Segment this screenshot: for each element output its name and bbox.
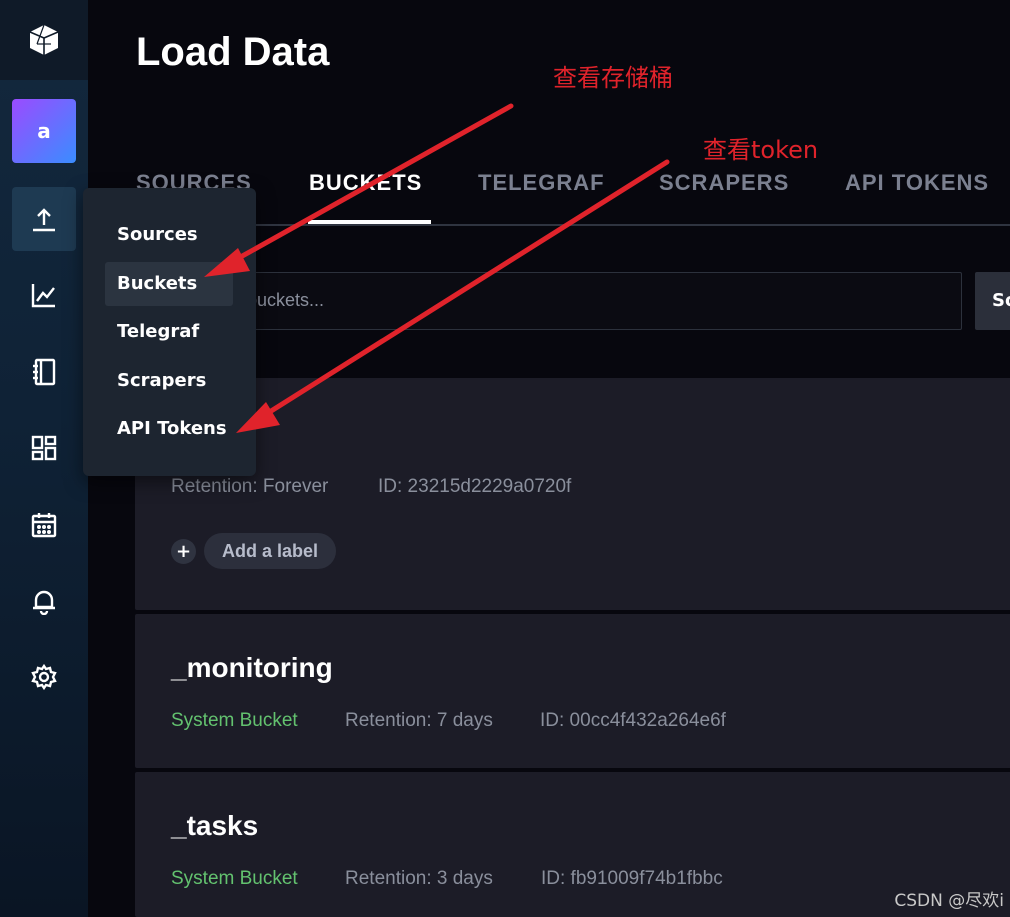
sidebar: a — [0, 0, 88, 917]
influx-cube-icon — [29, 24, 59, 55]
search-input[interactable]: buckets... — [136, 272, 962, 330]
tab-scrapers[interactable]: SCRAPERS — [659, 170, 789, 196]
bucket-name[interactable]: _tasks — [171, 810, 258, 842]
tab-buckets[interactable]: BUCKETS — [309, 170, 422, 196]
menu-item-api-tokens[interactable]: API Tokens — [105, 407, 233, 451]
sidebar-item-explore[interactable] — [12, 263, 76, 327]
annotation-buckets-note: 查看存储桶 — [553, 64, 673, 92]
watermark: CSDN @尽欢i — [894, 891, 1004, 911]
search-placeholder: buckets... — [247, 290, 325, 310]
bucket-retention: Retention: Forever — [171, 476, 329, 497]
sidebar-item-dashboards[interactable] — [12, 416, 76, 480]
menu-item-telegraf[interactable]: Telegraf — [105, 310, 233, 354]
page-title: Load Data — [136, 30, 330, 74]
logo[interactable] — [0, 0, 88, 80]
bell-icon — [33, 590, 55, 615]
tab-bar: SOURCES BUCKETS TELEGRAF SCRAPERS API TO… — [136, 160, 1010, 226]
upload-icon — [33, 208, 55, 232]
avatar[interactable]: a — [12, 99, 76, 163]
tab-telegraf[interactable]: TELEGRAF — [478, 170, 605, 196]
bucket-card[interactable]: _monitoring System Bucket Retention: 7 d… — [135, 614, 1010, 768]
sidebar-item-load-data[interactable] — [12, 187, 76, 251]
annotation-token-note: 查看token — [703, 136, 819, 164]
bucket-name[interactable]: _monitoring — [171, 652, 333, 684]
sidebar-item-settings[interactable] — [12, 645, 76, 709]
sidebar-item-tasks[interactable] — [12, 493, 76, 557]
menu-item-scrapers[interactable]: Scrapers — [105, 359, 233, 403]
bucket-id: ID: fb91009f74b1fbbc — [541, 868, 723, 889]
calendar-icon — [31, 513, 57, 538]
sort-button[interactable]: So — [975, 272, 1010, 330]
tab-api-tokens[interactable]: API TOKENS — [845, 170, 989, 196]
bucket-card[interactable]: Retention: Forever ID: 23215d2229a0720f … — [135, 378, 1010, 610]
gear-icon — [31, 663, 57, 691]
bucket-retention: Retention: 3 days — [345, 868, 493, 889]
bucket-id: ID: 23215d2229a0720f — [378, 476, 572, 497]
sidebar-item-notebooks[interactable] — [12, 340, 76, 404]
add-label-button[interactable]: Add a label — [204, 533, 337, 569]
menu-item-sources[interactable]: Sources — [105, 213, 233, 257]
bucket-retention: Retention: 7 days — [345, 710, 493, 731]
menu-item-buckets[interactable]: Buckets — [105, 262, 233, 306]
load-data-flyout-menu: Sources Buckets Telegraf Scrapers API To… — [83, 188, 256, 476]
bucket-type-badge: System Bucket — [171, 868, 298, 889]
bucket-type-badge: System Bucket — [171, 710, 298, 731]
chart-icon — [31, 284, 55, 308]
bucket-id: ID: 00cc4f432a264e6f — [540, 710, 726, 731]
sidebar-item-alerts[interactable] — [12, 569, 76, 633]
plus-icon[interactable]: + — [171, 539, 196, 564]
active-tab-indicator — [308, 220, 431, 224]
dashboard-icon — [31, 435, 57, 461]
notebook-icon — [33, 358, 56, 386]
bucket-card[interactable]: _tasks System Bucket Retention: 3 days I… — [135, 772, 1010, 917]
